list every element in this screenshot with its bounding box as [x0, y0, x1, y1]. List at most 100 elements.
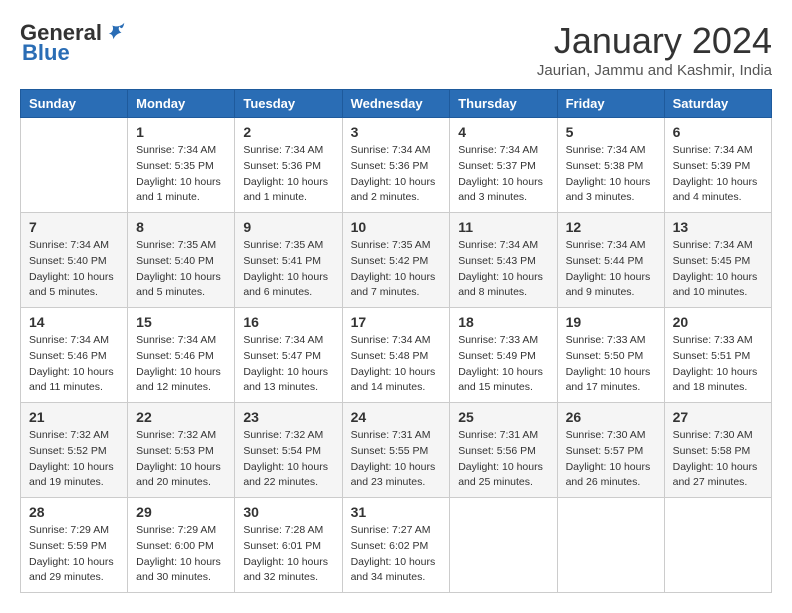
calendar-cell: 27Sunrise: 7:30 AMSunset: 5:58 PMDayligh…: [664, 403, 771, 498]
day-number: 12: [566, 219, 656, 235]
day-info: Sunrise: 7:35 AMSunset: 5:40 PMDaylight:…: [136, 238, 226, 301]
day-info: Sunrise: 7:34 AMSunset: 5:40 PMDaylight:…: [29, 238, 119, 301]
day-number: 28: [29, 504, 119, 520]
calendar-cell: 4Sunrise: 7:34 AMSunset: 5:37 PMDaylight…: [450, 118, 557, 213]
month-title: January 2024: [537, 20, 772, 62]
week-row-5: 28 Sunrise: 7:29 AMSunset: 5:59 PMDayligh…: [21, 498, 772, 593]
day-number: 3: [351, 124, 442, 140]
calendar-cell: 20 Sunrise: 7:33 AMSunset: 5:51 PMDayligh…: [664, 308, 771, 403]
day-number: 2: [243, 124, 333, 140]
calendar-cell: 1Sunrise: 7:34 AMSunset: 5:35 PMDaylight…: [128, 118, 235, 213]
calendar-cell: 10 Sunrise: 7:35 AMSunset: 5:42 PMDayligh…: [342, 213, 450, 308]
calendar-cell: 15 Sunrise: 7:34 AMSunset: 5:46 PMDayligh…: [128, 308, 235, 403]
day-info: Sunrise: 7:34 AMSunset: 5:36 PMDaylight:…: [351, 143, 442, 206]
calendar-cell: [664, 498, 771, 593]
day-number: 31: [351, 504, 442, 520]
day-number: 29: [136, 504, 226, 520]
day-number: 17: [351, 314, 442, 330]
calendar-cell: 24Sunrise: 7:31 AMSunset: 5:55 PMDayligh…: [342, 403, 450, 498]
day-number: 4: [458, 124, 548, 140]
day-number: 27: [673, 409, 763, 425]
day-info: Sunrise: 7:34 AMSunset: 5:46 PMDaylight:…: [136, 333, 226, 396]
calendar-cell: 8 Sunrise: 7:35 AMSunset: 5:40 PMDaylight…: [128, 213, 235, 308]
day-info: Sunrise: 7:29 AMSunset: 6:00 PMDaylight:…: [136, 523, 226, 586]
calendar-cell: 7Sunrise: 7:34 AMSunset: 5:40 PMDaylight…: [21, 213, 128, 308]
calendar-cell: [557, 498, 664, 593]
day-number: 8: [136, 219, 226, 235]
day-info: Sunrise: 7:34 AMSunset: 5:39 PMDaylight:…: [673, 143, 763, 206]
title-block: January 2024 Jaurian, Jammu and Kashmir,…: [537, 20, 772, 79]
day-info: Sunrise: 7:32 AMSunset: 5:52 PMDaylight:…: [29, 428, 119, 491]
day-header-thursday: Thursday: [450, 90, 557, 118]
logo-bird-icon: [105, 20, 127, 42]
calendar-cell: 5 Sunrise: 7:34 AMSunset: 5:38 PMDaylight…: [557, 118, 664, 213]
day-number: 25: [458, 409, 548, 425]
day-info: Sunrise: 7:34 AMSunset: 5:45 PMDaylight:…: [673, 238, 763, 301]
calendar-cell: 12 Sunrise: 7:34 AMSunset: 5:44 PMDayligh…: [557, 213, 664, 308]
day-info: Sunrise: 7:32 AMSunset: 5:54 PMDaylight:…: [243, 428, 333, 491]
day-number: 22: [136, 409, 226, 425]
day-number: 23: [243, 409, 333, 425]
day-number: 13: [673, 219, 763, 235]
day-info: Sunrise: 7:34 AMSunset: 5:47 PMDaylight:…: [243, 333, 333, 396]
day-header-wednesday: Wednesday: [342, 90, 450, 118]
day-number: 18: [458, 314, 548, 330]
day-info: Sunrise: 7:28 AMSunset: 6:01 PMDaylight:…: [243, 523, 333, 586]
day-info: Sunrise: 7:33 AMSunset: 5:51 PMDaylight:…: [673, 333, 763, 396]
day-info: Sunrise: 7:34 AMSunset: 5:46 PMDaylight:…: [29, 333, 119, 396]
calendar-cell: 9 Sunrise: 7:35 AMSunset: 5:41 PMDaylight…: [235, 213, 342, 308]
day-header-saturday: Saturday: [664, 90, 771, 118]
day-number: 16: [243, 314, 333, 330]
day-number: 5: [566, 124, 656, 140]
day-number: 15: [136, 314, 226, 330]
calendar-cell: 18Sunrise: 7:33 AMSunset: 5:49 PMDayligh…: [450, 308, 557, 403]
day-number: 14: [29, 314, 119, 330]
day-header-monday: Monday: [128, 90, 235, 118]
location-title: Jaurian, Jammu and Kashmir, India: [537, 62, 772, 79]
calendar-cell: [21, 118, 128, 213]
week-row-2: 7Sunrise: 7:34 AMSunset: 5:40 PMDaylight…: [21, 213, 772, 308]
week-row-1: 1Sunrise: 7:34 AMSunset: 5:35 PMDaylight…: [21, 118, 772, 213]
day-number: 11: [458, 219, 548, 235]
logo-blue-text: Blue: [22, 40, 70, 66]
calendar-cell: 14 Sunrise: 7:34 AMSunset: 5:46 PMDayligh…: [21, 308, 128, 403]
calendar-cell: 17 Sunrise: 7:34 AMSunset: 5:48 PMDayligh…: [342, 308, 450, 403]
day-info: Sunrise: 7:29 AMSunset: 5:59 PMDaylight:…: [29, 523, 119, 586]
day-info: Sunrise: 7:34 AMSunset: 5:38 PMDaylight:…: [566, 143, 656, 206]
day-header-sunday: Sunday: [21, 90, 128, 118]
day-number: 26: [566, 409, 656, 425]
day-number: 9: [243, 219, 333, 235]
calendar-cell: 25Sunrise: 7:31 AMSunset: 5:56 PMDayligh…: [450, 403, 557, 498]
day-header-friday: Friday: [557, 90, 664, 118]
day-info: Sunrise: 7:30 AMSunset: 5:57 PMDaylight:…: [566, 428, 656, 491]
day-number: 10: [351, 219, 442, 235]
day-info: Sunrise: 7:34 AMSunset: 5:36 PMDaylight:…: [243, 143, 333, 206]
page-header: General Blue January 2024 Jaurian, Jammu…: [20, 20, 772, 79]
day-info: Sunrise: 7:33 AMSunset: 5:50 PMDaylight:…: [566, 333, 656, 396]
calendar-cell: 3 Sunrise: 7:34 AMSunset: 5:36 PMDaylight…: [342, 118, 450, 213]
calendar-cell: 16 Sunrise: 7:34 AMSunset: 5:47 PMDayligh…: [235, 308, 342, 403]
day-number: 6: [673, 124, 763, 140]
day-info: Sunrise: 7:27 AMSunset: 6:02 PMDaylight:…: [351, 523, 442, 586]
day-info: Sunrise: 7:35 AMSunset: 5:42 PMDaylight:…: [351, 238, 442, 301]
day-info: Sunrise: 7:34 AMSunset: 5:44 PMDaylight:…: [566, 238, 656, 301]
calendar-cell: 2 Sunrise: 7:34 AMSunset: 5:36 PMDaylight…: [235, 118, 342, 213]
calendar-cell: 19 Sunrise: 7:33 AMSunset: 5:50 PMDayligh…: [557, 308, 664, 403]
day-info: Sunrise: 7:35 AMSunset: 5:41 PMDaylight:…: [243, 238, 333, 301]
calendar-cell: 26 Sunrise: 7:30 AMSunset: 5:57 PMDayligh…: [557, 403, 664, 498]
day-info: Sunrise: 7:34 AMSunset: 5:48 PMDaylight:…: [351, 333, 442, 396]
calendar-cell: 31 Sunrise: 7:27 AMSunset: 6:02 PMDayligh…: [342, 498, 450, 593]
day-number: 20: [673, 314, 763, 330]
day-number: 21: [29, 409, 119, 425]
calendar-cell: 30 Sunrise: 7:28 AMSunset: 6:01 PMDayligh…: [235, 498, 342, 593]
day-number: 30: [243, 504, 333, 520]
week-row-3: 14 Sunrise: 7:34 AMSunset: 5:46 PMDayligh…: [21, 308, 772, 403]
day-info: Sunrise: 7:31 AMSunset: 5:55 PMDaylight:…: [351, 428, 442, 491]
calendar-header-row: SundayMondayTuesdayWednesdayThursdayFrid…: [21, 90, 772, 118]
day-header-tuesday: Tuesday: [235, 90, 342, 118]
day-number: 1: [136, 124, 226, 140]
calendar-cell: 22Sunrise: 7:32 AMSunset: 5:53 PMDayligh…: [128, 403, 235, 498]
day-info: Sunrise: 7:34 AMSunset: 5:43 PMDaylight:…: [458, 238, 548, 301]
day-number: 19: [566, 314, 656, 330]
calendar-cell: [450, 498, 557, 593]
